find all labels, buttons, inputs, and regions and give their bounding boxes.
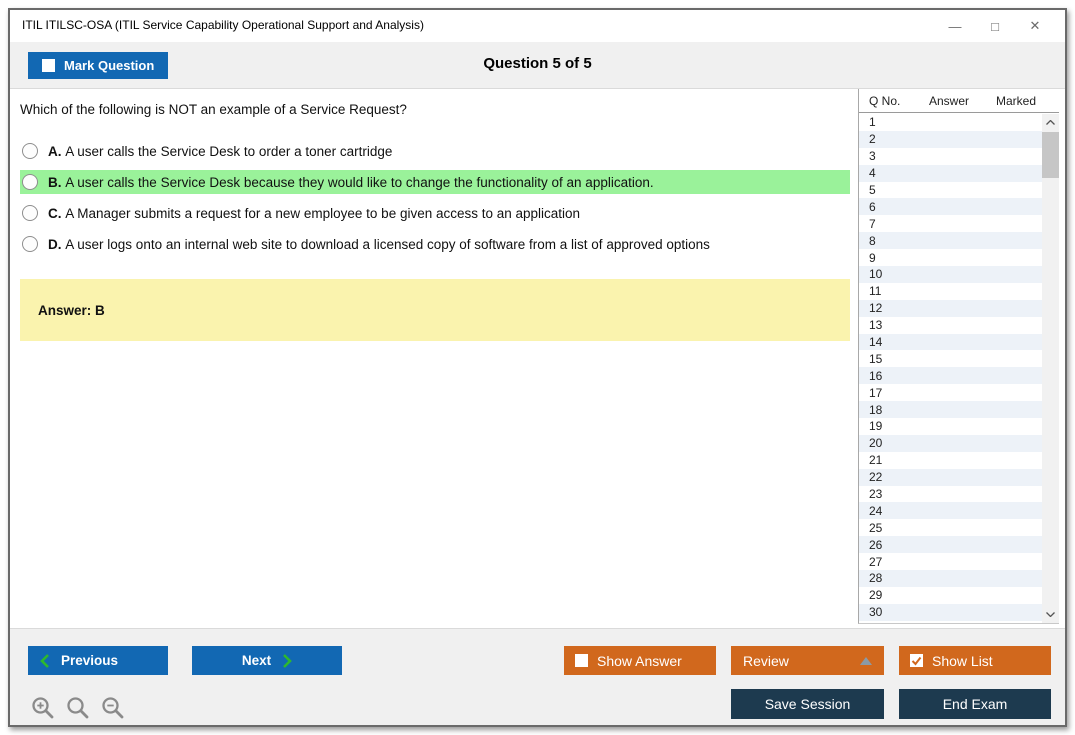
question-list-rows: 1 2 3 4 5 6 7 8 9 10 11 12 13 14 15 16 17 18 19 20 21 22 23 24 2…	[859, 114, 1042, 623]
column-header-marked: Marked	[996, 94, 1037, 108]
scroll-down-icon[interactable]	[1042, 606, 1059, 623]
app-window: ITIL ITILSC-OSA (ITIL Service Capability…	[8, 8, 1067, 727]
question-counter: Question 5 of 5	[483, 55, 592, 72]
question-list-row[interactable]: 21	[859, 452, 1042, 469]
option-text: D. A user logs onto an internal web site…	[48, 236, 710, 252]
question-list-row[interactable]: 24	[859, 502, 1042, 520]
show-list-checkbox-checked-icon[interactable]	[910, 654, 923, 667]
show-answer-checkbox-icon[interactable]	[575, 654, 588, 667]
question-list-panel: Q No. Answer Marked 1 2 3 4 5 6 7 8 9 10 11 12 13 14 1…	[858, 89, 1059, 624]
previous-button[interactable]: Previous	[28, 646, 168, 675]
question-list-row[interactable]: 2	[859, 130, 1042, 148]
radio-icon[interactable]	[22, 174, 38, 190]
zoom-reset-icon[interactable]	[65, 695, 91, 721]
question-list-row[interactable]: 13	[859, 317, 1042, 334]
window-title: ITIL ITILSC-OSA (ITIL Service Capability…	[22, 18, 424, 32]
question-list-row[interactable]: 4	[859, 164, 1042, 182]
maximize-button[interactable]: □	[975, 19, 1015, 34]
footer-bar: Previous Next Show Answer Review Show Li…	[10, 628, 1065, 725]
question-list-row[interactable]: 22	[859, 468, 1042, 486]
question-list-row[interactable]: 26	[859, 536, 1042, 554]
radio-icon[interactable]	[22, 205, 38, 221]
option-text: A. A user calls the Service Desk to orde…	[48, 143, 393, 159]
close-button[interactable]: ✕	[1015, 18, 1055, 34]
question-list-row[interactable]: 30	[859, 603, 1042, 621]
toolbar: Mark Question Question 5 of 5	[10, 42, 1065, 88]
question-list-row[interactable]: 17	[859, 384, 1042, 401]
review-button[interactable]: Review	[731, 646, 884, 675]
question-text: Which of the following is NOT an example…	[20, 102, 407, 117]
show-list-button[interactable]: Show List	[899, 646, 1051, 675]
question-list-row[interactable]: 28	[859, 570, 1042, 587]
question-list-row[interactable]: 9	[859, 249, 1042, 266]
triangle-up-icon	[860, 656, 872, 665]
next-button[interactable]: Next	[192, 646, 342, 675]
show-list-label: Show List	[932, 652, 993, 669]
question-list-row[interactable]: 19	[859, 418, 1042, 435]
option-C[interactable]: C. A Manager submits a request for a new…	[20, 201, 850, 225]
question-list-row[interactable]: 6	[859, 198, 1042, 216]
show-answer-button[interactable]: Show Answer	[564, 646, 716, 675]
question-list-row[interactable]: 23	[859, 486, 1042, 503]
question-list-header: Q No. Answer Marked	[859, 89, 1059, 113]
option-text: C. A Manager submits a request for a new…	[48, 205, 581, 221]
question-list-row[interactable]: 7	[859, 215, 1042, 232]
option-B[interactable]: B. A user calls the Service Desk because…	[20, 170, 850, 194]
zoom-controls	[30, 695, 126, 721]
scrollbar-thumb[interactable]	[1042, 132, 1059, 178]
options-list: A. A user calls the Service Desk to orde…	[20, 139, 850, 263]
question-list-row[interactable]: 27	[859, 553, 1042, 570]
question-list-scrollbar[interactable]	[1042, 114, 1059, 623]
question-list-row[interactable]: 15	[859, 350, 1042, 367]
column-header-answer: Answer	[929, 94, 970, 108]
content-area: Which of the following is NOT an example…	[10, 88, 1065, 628]
question-list-row[interactable]: 1	[859, 114, 1042, 131]
review-label: Review	[743, 652, 789, 669]
question-list-body: 1 2 3 4 5 6 7 8 9 10 11 12 13 14 15 16 17 18 19 20 21 22 23 24 2…	[859, 114, 1059, 623]
question-list-row[interactable]: 12	[859, 299, 1042, 317]
question-list-row[interactable]: 20	[859, 434, 1042, 452]
question-list-row[interactable]: 10	[859, 266, 1042, 283]
question-list-row[interactable]: 5	[859, 182, 1042, 199]
chevron-right-icon	[283, 653, 292, 668]
option-D[interactable]: D. A user logs onto an internal web site…	[20, 232, 850, 256]
radio-icon[interactable]	[22, 143, 38, 159]
question-list-row[interactable]: 14	[859, 333, 1042, 351]
answer-box: Answer: B	[20, 279, 850, 341]
answer-label: Answer: B	[38, 302, 105, 318]
window-controls: — □ ✕	[935, 10, 1055, 42]
title-bar: ITIL ITILSC-OSA (ITIL Service Capability…	[10, 10, 1065, 42]
minimize-button[interactable]: —	[935, 19, 975, 34]
question-list-row[interactable]: 3	[859, 148, 1042, 165]
question-list-row[interactable]: 8	[859, 232, 1042, 250]
scroll-up-icon[interactable]	[1042, 114, 1059, 131]
end-exam-button[interactable]: End Exam	[899, 689, 1051, 719]
question-list-row[interactable]: 29	[859, 587, 1042, 604]
save-session-button[interactable]: Save Session	[731, 689, 884, 719]
question-list-row[interactable]: 16	[859, 367, 1042, 385]
end-exam-label: End Exam	[942, 696, 1008, 712]
chevron-left-icon	[40, 653, 49, 668]
save-session-label: Save Session	[764, 696, 851, 712]
option-text: B. A user calls the Service Desk because…	[48, 174, 654, 190]
zoom-out-icon[interactable]	[100, 695, 126, 721]
show-answer-label: Show Answer	[597, 652, 682, 669]
zoom-in-icon[interactable]	[30, 695, 56, 721]
next-label: Next	[241, 653, 272, 668]
question-list-row[interactable]: 11	[859, 283, 1042, 300]
column-header-qno: Q No.	[869, 94, 901, 108]
question-list-row[interactable]: 25	[859, 519, 1042, 536]
question-list-row[interactable]: 18	[859, 401, 1042, 419]
radio-icon[interactable]	[22, 236, 38, 252]
previous-label: Previous	[61, 653, 119, 668]
option-A[interactable]: A. A user calls the Service Desk to orde…	[20, 139, 850, 163]
